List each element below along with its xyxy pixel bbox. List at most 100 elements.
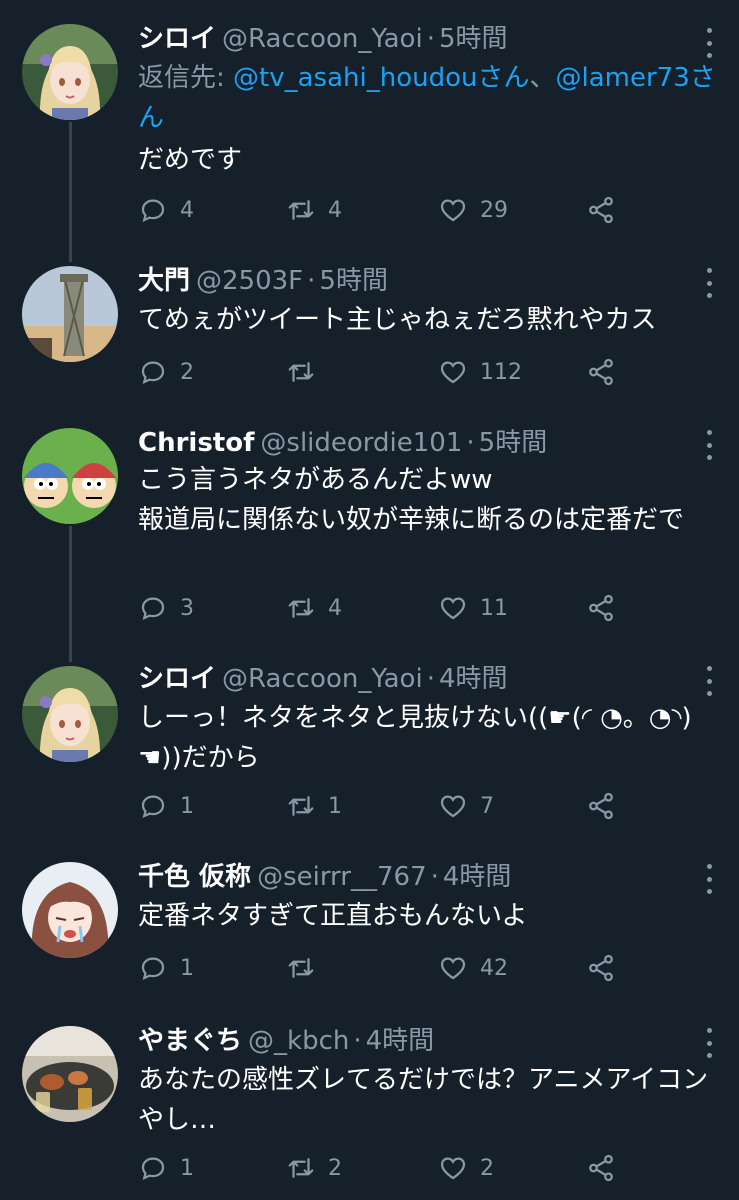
mention-link[interactable]: @tv_asahi_houdouさん	[233, 63, 529, 93]
more-options-icon[interactable]	[699, 28, 719, 58]
retweet-count: 2	[328, 1155, 342, 1181]
more-options-icon[interactable]	[699, 1028, 719, 1058]
avatar[interactable]	[22, 266, 118, 362]
retweet-button[interactable]: 4	[286, 590, 342, 626]
tweet-actions: 3 4 11	[138, 590, 638, 626]
like-count: 42	[480, 955, 508, 981]
reply-button[interactable]: 1	[138, 788, 194, 824]
more-options-icon[interactable]	[699, 666, 719, 696]
more-options-icon[interactable]	[699, 430, 719, 460]
separator-dot: ·	[426, 664, 435, 694]
reply-button[interactable]: 3	[138, 590, 194, 626]
tweet[interactable]: 大門 @2503F · 5時間 てめぇがツイート主じゃねぇだろ黙れやカス 2 112	[0, 250, 739, 420]
timestamp[interactable]: 5時間	[319, 266, 388, 296]
avatar[interactable]	[22, 24, 118, 120]
retweet-button[interactable]	[286, 354, 328, 390]
retweet-icon	[288, 200, 314, 220]
timestamp[interactable]: 4時間	[366, 1026, 435, 1056]
reply-button[interactable]: 2	[138, 354, 194, 390]
user-handle[interactable]: @seirrr__767	[257, 862, 427, 892]
share-button[interactable]	[586, 950, 616, 986]
more-options-icon[interactable]	[699, 864, 719, 894]
like-button[interactable]: 42	[438, 950, 508, 986]
tweet-actions: 1 42	[138, 950, 638, 986]
avatar[interactable]	[22, 428, 118, 524]
separator-dot: ·	[426, 24, 435, 54]
more-options-icon[interactable]	[699, 268, 719, 298]
retweet-button[interactable]	[286, 950, 328, 986]
tweet-text: てめぇがツイート主じゃねぇだろ黙れやカス	[138, 305, 657, 335]
like-button[interactable]: 11	[438, 590, 508, 626]
user-handle[interactable]: @Raccoon_Yaoi	[222, 664, 423, 694]
cartoon-characters-avatar-icon	[22, 428, 118, 524]
retweet-count: 4	[328, 595, 342, 621]
user-handle[interactable]: @_kbch	[248, 1026, 349, 1056]
like-button[interactable]: 112	[438, 354, 522, 390]
tweet-actions: 2 112	[138, 354, 638, 390]
tweet[interactable]: シロイ @Raccoon_Yaoi · 5時間 返信先: @tv_asahi_houd…	[0, 0, 739, 250]
tweet[interactable]: やまぐち @_kbch · 4時間 あなたの感性ズレてるだけでは？アニメアイコンやし……	[0, 1010, 739, 1200]
share-button[interactable]	[586, 590, 616, 626]
display-name[interactable]: 千色 仮称	[138, 862, 251, 892]
like-button[interactable]: 7	[438, 788, 494, 824]
food-photo-avatar-icon	[22, 1026, 118, 1122]
heart-icon	[440, 597, 466, 620]
share-button[interactable]	[586, 1150, 616, 1186]
reply-count: 4	[180, 197, 194, 223]
retweet-count: 4	[328, 197, 342, 223]
share-button[interactable]	[586, 192, 616, 228]
reply-button[interactable]: 4	[138, 192, 194, 228]
tweet[interactable]: シロイ @Raccoon_Yaoi · 4時間 しーっ！ネタをネタと見抜けない((☛(…	[0, 650, 739, 850]
retweet-button[interactable]: 4	[286, 192, 342, 228]
like-button[interactable]: 2	[438, 1150, 494, 1186]
reply-icon	[141, 199, 165, 222]
user-handle[interactable]: @2503F	[196, 266, 303, 296]
reply-button[interactable]: 1	[138, 950, 194, 986]
reply-count: 1	[180, 793, 194, 819]
display-name[interactable]: シロイ	[138, 24, 216, 54]
display-name[interactable]: 大門	[138, 266, 190, 296]
separator-dot: ·	[307, 266, 316, 296]
heart-icon	[440, 795, 466, 818]
reply-to-line: 返信先: @tv_asahi_houdouさん、@lamer73さん	[138, 58, 719, 138]
heart-icon	[440, 1157, 466, 1180]
like-count: 11	[480, 595, 508, 621]
reply-count: 2	[180, 359, 194, 385]
display-name[interactable]: Christof	[138, 428, 254, 458]
reply-count: 1	[180, 1155, 194, 1181]
tweet-actions: 4 4 29	[138, 192, 638, 228]
separator-dot: ·	[353, 1026, 362, 1056]
share-icon	[589, 954, 613, 982]
like-count: 2	[480, 1155, 494, 1181]
reply-count: 3	[180, 595, 194, 621]
retweet-icon	[288, 958, 314, 978]
tweet[interactable]: Christof @slideordie101 · 5時間 こう言うネタがあるんだよw…	[0, 412, 739, 652]
separator-dot: ·	[466, 428, 475, 458]
share-button[interactable]	[586, 354, 616, 390]
retweet-button[interactable]: 2	[286, 1150, 342, 1186]
avatar[interactable]	[22, 666, 118, 762]
display-name[interactable]: やまぐち	[138, 1026, 242, 1056]
heart-icon	[440, 361, 466, 384]
user-handle[interactable]: @slideordie101	[260, 428, 462, 458]
avatar[interactable]	[22, 1026, 118, 1122]
like-button[interactable]: 29	[438, 192, 508, 228]
reply-to-label: 返信先:	[138, 63, 234, 93]
reply-icon	[141, 957, 165, 980]
heart-icon	[440, 199, 466, 222]
like-count: 29	[480, 197, 508, 223]
retweet-button[interactable]: 1	[286, 788, 342, 824]
share-icon	[589, 792, 613, 820]
reply-icon	[141, 795, 165, 818]
timestamp[interactable]: 5時間	[439, 24, 508, 54]
user-handle[interactable]: @Raccoon_Yaoi	[222, 24, 423, 54]
display-name[interactable]: シロイ	[138, 664, 216, 694]
share-button[interactable]	[586, 788, 616, 824]
reply-button[interactable]: 1	[138, 1150, 194, 1186]
tweet[interactable]: 千色 仮称 @seirrr__767 · 4時間 定番ネタすぎて正直おもんないよ 1 …	[0, 848, 739, 1018]
retweet-icon	[288, 1158, 314, 1178]
timestamp[interactable]: 4時間	[439, 664, 508, 694]
timestamp[interactable]: 4時間	[443, 862, 512, 892]
timestamp[interactable]: 5時間	[479, 428, 548, 458]
avatar[interactable]	[22, 862, 118, 958]
